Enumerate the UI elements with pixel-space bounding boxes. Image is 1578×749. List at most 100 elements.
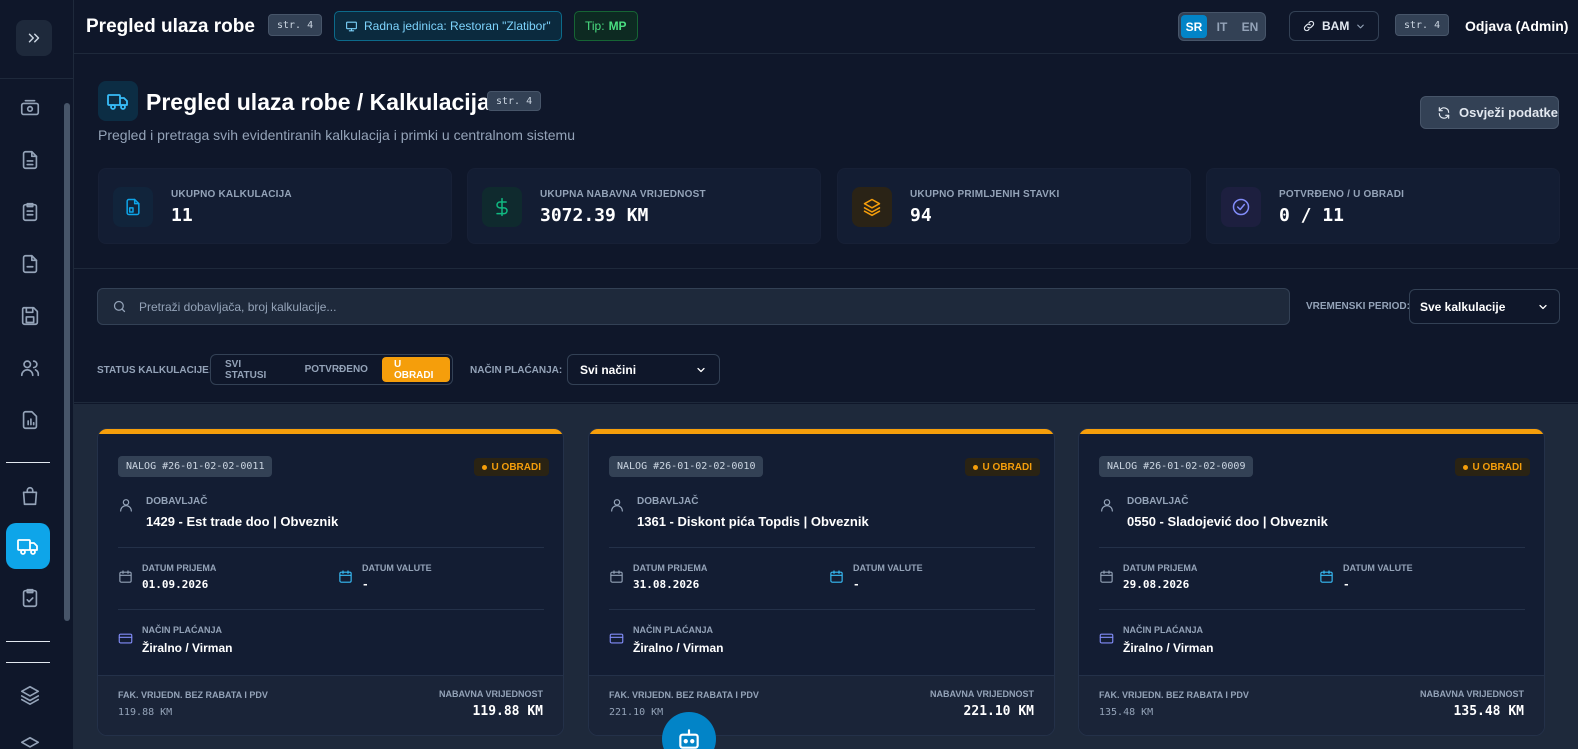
received-date-label: DATUM PRIJEMA	[142, 563, 217, 573]
chevron-down-icon	[1357, 24, 1365, 28]
sidebar-item-cash[interactable]	[16, 94, 44, 122]
chevrons-right-icon	[28, 33, 40, 43]
period-label: VREMENSKI PERIOD:	[1306, 301, 1410, 312]
monitor-icon	[346, 21, 357, 31]
users-icon	[20, 360, 40, 377]
sidebar	[0, 0, 74, 749]
sidebar-item-orders[interactable]	[16, 198, 44, 226]
status-badge: U OBRADI	[964, 458, 1040, 476]
sidebar-item-reports[interactable]	[16, 406, 44, 434]
language-sr[interactable]: SR	[1181, 15, 1207, 38]
clipboard-check-icon	[22, 588, 38, 608]
payment-select[interactable]: Svi načini	[567, 354, 720, 385]
document-icon	[126, 198, 140, 216]
payment-value: Svi načini	[580, 362, 637, 377]
filters-bar: VREMENSKI PERIOD: Sve kalkulacije STATUS…	[74, 270, 1578, 403]
stat-value: 0 / 11	[1279, 205, 1345, 226]
order-number: NALOG #26-01-02-02-0011	[118, 456, 273, 477]
search-icon	[113, 300, 126, 313]
language-it[interactable]: IT	[1209, 15, 1235, 38]
sidebar-divider	[6, 662, 50, 663]
sidebar-item-shop[interactable]	[16, 482, 44, 510]
calculation-card[interactable]: NALOG #26-01-02-02-0009 U OBRADI DOBAVLJ…	[1078, 428, 1545, 736]
calendar-icon	[339, 570, 352, 583]
user-icon	[1101, 499, 1113, 512]
purchase-value-label: NABAVNA VRIJEDNOST	[438, 689, 543, 699]
status-dot	[1462, 464, 1468, 470]
refresh-button[interactable]: Osvježi podatke	[1420, 96, 1559, 129]
status-option-in-progress[interactable]: U OBRADI	[381, 357, 450, 382]
credit-card-icon	[118, 633, 133, 644]
supplier-value: 1429 - Est trade doo | Obveznik	[146, 514, 339, 529]
purchase-value-label: NABAVNA VRIJEDNOST	[929, 689, 1034, 699]
sidebar-item-documents[interactable]	[16, 146, 44, 174]
page-badge-right: str. 4	[1395, 14, 1450, 36]
sidebar-item-goods-receipt[interactable]	[6, 523, 50, 569]
due-date-label: DATUM VALUTE	[853, 563, 923, 573]
clipboard-list-icon	[22, 202, 38, 222]
page-icon	[98, 81, 138, 121]
period-select[interactable]: Sve kalkulacije	[1409, 289, 1560, 324]
sidebar-item-more[interactable]	[16, 732, 44, 749]
sidebar-expand-button[interactable]	[16, 20, 52, 56]
refresh-label: Osvježi podatke	[1459, 105, 1558, 120]
search-input[interactable]	[139, 299, 1239, 314]
sidebar-item-checklist[interactable]	[16, 584, 44, 612]
status-text: U OBRADI	[491, 461, 541, 473]
currency-value: BAM	[1322, 19, 1350, 33]
language-en[interactable]: EN	[1237, 15, 1263, 38]
app-title: Pregled ulaza robe	[86, 16, 255, 37]
shopping-bag-icon	[22, 486, 38, 506]
payment-method-value: Žiralno / Virman	[142, 641, 233, 655]
stat-label: UKUPNO PRIMLJENIH STAVKI	[910, 189, 1060, 200]
status-filter: SVI STATUSI POTVRĐENO U OBRADI	[210, 354, 453, 385]
due-date-label: DATUM VALUTE	[362, 563, 432, 573]
sidebar-item-save[interactable]	[16, 302, 44, 330]
divider	[609, 547, 1035, 548]
sidebar-item-users[interactable]	[16, 354, 44, 382]
due-date-value: -	[853, 578, 860, 591]
stat-label: UKUPNO KALKULACIJA	[171, 189, 292, 200]
received-date-label: DATUM PRIJEMA	[1123, 563, 1198, 573]
calculation-card[interactable]: NALOG #26-01-02-02-0011 U OBRADI DOBAVLJ…	[97, 428, 564, 736]
logout-button[interactable]: Odjava (Admin)	[1465, 18, 1568, 34]
status-filter-label: STATUS KALKULACIJE:	[97, 365, 213, 376]
payment-method-label: NAČIN PLAĆANJA	[633, 625, 714, 635]
stat-icon-box	[113, 187, 153, 227]
stat-icon-box	[852, 187, 892, 227]
received-date-value: 29.08.2026	[1123, 578, 1190, 591]
credit-card-icon	[1099, 633, 1114, 644]
robot-icon	[679, 729, 699, 749]
sidebar-item-inventory[interactable]	[16, 681, 44, 709]
calculation-card[interactable]: NALOG #26-01-02-02-0010 U OBRADI DOBAVLJ…	[588, 428, 1055, 736]
payment-filter-label: NAČIN PLAĆANJA:	[470, 365, 563, 376]
sidebar-scrollbar[interactable]	[64, 103, 70, 621]
currency-select[interactable]: BAM	[1289, 11, 1379, 41]
status-strip	[1079, 429, 1544, 434]
payment-method-label: NAČIN PLAĆANJA	[142, 625, 223, 635]
status-badge: U OBRADI	[1454, 458, 1530, 476]
due-date-value: -	[362, 578, 369, 591]
purchase-value: 221.10 KM	[963, 704, 1034, 719]
dollar-icon	[496, 197, 508, 217]
work-unit-badge[interactable]: Radna jedinica: Restoran "Zlatibor"	[334, 11, 562, 41]
invoice-value: 221.10 KM	[609, 707, 664, 718]
topbar: Pregled ulaza robe str. 4 Radna jedinica…	[74, 0, 1578, 54]
order-number: NALOG #26-01-02-02-0010	[609, 456, 764, 477]
stat-label: POTVRĐENO / U OBRADI	[1279, 189, 1405, 200]
status-dot	[481, 464, 487, 470]
sidebar-item-invoices[interactable]	[16, 250, 44, 278]
calendar-icon	[610, 570, 623, 583]
invoice-value: 135.48 KM	[1099, 707, 1154, 718]
divider	[1099, 547, 1525, 548]
truck-icon	[17, 539, 38, 555]
card-footer: FAK. VRIJEDN. BEZ RABATA I PDV 221.10 KM…	[589, 675, 1054, 735]
received-date-value: 01.09.2026	[142, 578, 209, 591]
chevron-down-icon	[697, 367, 705, 372]
sidebar-divider	[6, 462, 50, 463]
status-badge: U OBRADI	[473, 458, 549, 476]
supplier-value: 0550 - Sladojević doo | Obveznik	[1127, 514, 1328, 529]
status-option-confirmed[interactable]: POTVRĐENO	[293, 357, 380, 382]
status-option-all[interactable]: SVI STATUSI	[213, 357, 291, 382]
status-text: U OBRADI	[1472, 461, 1522, 473]
